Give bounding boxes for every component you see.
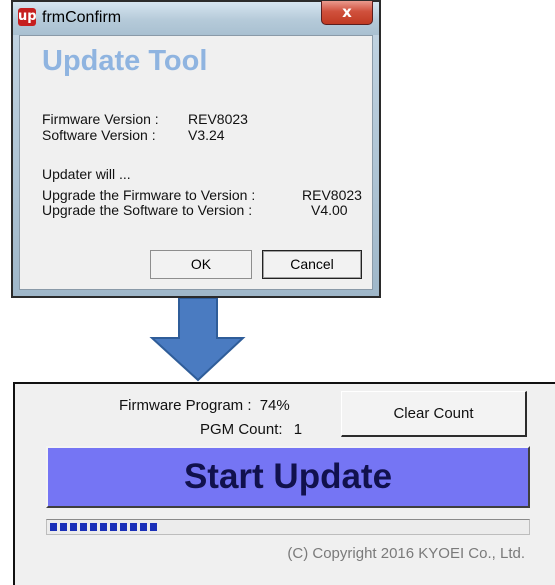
pgm-count-row: PGM Count: 1: [200, 421, 302, 439]
upgrade-software-row: Upgrade the Software to Version : V4.00: [42, 202, 348, 218]
updater-will-text: Updater will ...: [42, 166, 131, 182]
cancel-button[interactable]: Cancel: [262, 250, 362, 279]
upgrade-software-value: V4.00: [311, 202, 348, 218]
firmware-version-row: Firmware Version : REV8023: [42, 111, 248, 127]
updater-panel: Firmware Program : 74% PGM Count: 1 Clea…: [13, 382, 555, 585]
start-update-button[interactable]: Start Update: [46, 446, 530, 508]
pgm-count-label: PGM Count:: [200, 421, 283, 438]
dialog-body: Update Tool Firmware Version : REV8023 S…: [19, 35, 373, 290]
software-version-row: Software Version : V3.24: [42, 127, 225, 143]
update-progress-bar: [46, 519, 530, 535]
dialog-titlebar[interactable]: up frmConfirm x: [13, 1, 379, 35]
close-button[interactable]: x: [321, 1, 373, 25]
firmware-version-label: Firmware Version :: [42, 111, 159, 127]
firmware-program-label: Firmware Program :: [119, 397, 252, 414]
dialog-title: frmConfirm: [42, 9, 122, 26]
firmware-version-value: REV8023: [188, 111, 248, 127]
firmware-program-row: Firmware Program : 74%: [119, 397, 290, 415]
upgrade-firmware-row: Upgrade the Firmware to Version : REV802…: [42, 187, 362, 203]
pgm-count-value: 1: [293, 421, 303, 438]
app-logo-icon: up: [18, 8, 37, 26]
dialog-heading: Update Tool: [42, 45, 208, 77]
ok-button[interactable]: OK: [150, 250, 252, 279]
software-version-label: Software Version :: [42, 127, 156, 143]
upgrade-firmware-label: Upgrade the Firmware to Version :: [42, 187, 256, 203]
upgrade-software-label: Upgrade the Software to Version :: [42, 202, 253, 218]
copyright-text: (C) Copyright 2016 KYOEI Co., Ltd.: [287, 545, 525, 562]
confirm-dialog: up frmConfirm x Update Tool Firmware Ver…: [11, 0, 381, 298]
firmware-program-value: 74%: [259, 397, 290, 414]
software-version-value: V3.24: [188, 127, 225, 143]
upgrade-firmware-value: REV8023: [302, 187, 362, 203]
clear-count-button[interactable]: Clear Count: [341, 391, 527, 437]
down-arrow-icon: [149, 298, 246, 382]
progress-fill: [50, 523, 159, 531]
